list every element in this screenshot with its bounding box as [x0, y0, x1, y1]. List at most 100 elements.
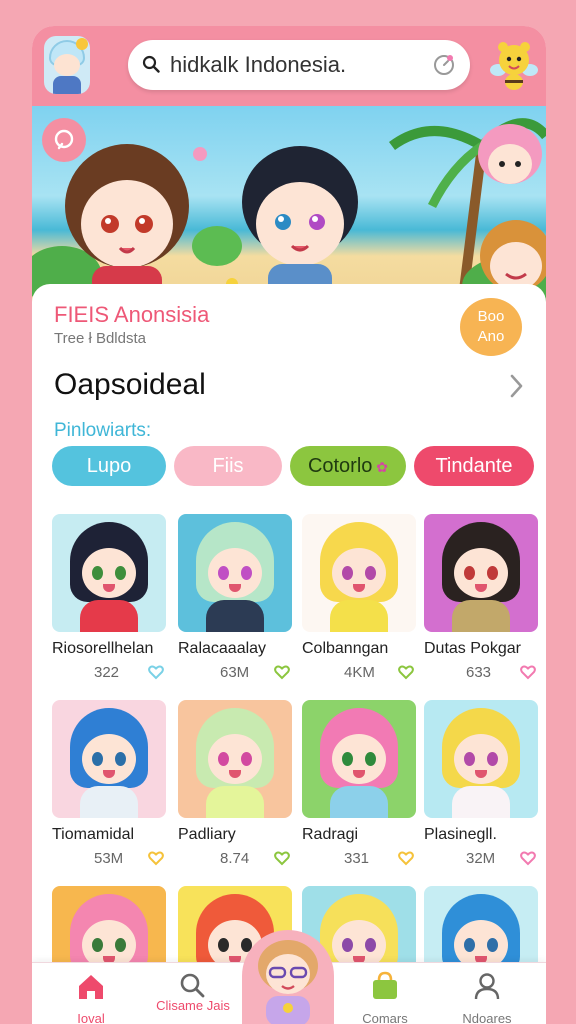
- sticker-item[interactable]: Riosorellhelan 322: [52, 514, 166, 684]
- sticker-count: 331: [344, 850, 370, 867]
- home-icon: [79, 975, 103, 999]
- sticker-item[interactable]: Padliary 8.74: [178, 700, 292, 870]
- character-eye: [464, 752, 475, 766]
- like-heart-icon[interactable]: [520, 664, 536, 680]
- character-eye: [115, 938, 126, 952]
- character-eye: [342, 566, 353, 580]
- character-eye: [464, 566, 475, 580]
- sticker-name: Padliary: [178, 826, 236, 843]
- nav-label: Ioval: [77, 1011, 105, 1024]
- character-eye: [487, 752, 498, 766]
- chip-label: Cotorlo: [307, 455, 373, 477]
- sticker-thumbnail[interactable]: [424, 700, 538, 818]
- like-heart-icon[interactable]: [398, 850, 414, 866]
- character-eye: [342, 752, 353, 766]
- sticker-count: 53M: [94, 850, 124, 867]
- avatar-illustration: [258, 940, 318, 1024]
- voice-search-icon[interactable]: [432, 53, 456, 77]
- sticker-item[interactable]: Colbanngan 4KM: [302, 514, 416, 684]
- nav-item-search[interactable]: Clisame Jais: [148, 963, 238, 1024]
- character-eye: [218, 938, 229, 952]
- sticker-count: 8.74: [220, 850, 250, 867]
- content-card: FIEIS Anonsisia Tree ł Bdldsta Boo Ano O…: [32, 284, 546, 1024]
- sticker-thumbnail[interactable]: [52, 700, 166, 818]
- center-avatar-button[interactable]: [242, 930, 334, 1024]
- favorite-button[interactable]: [42, 118, 86, 162]
- promo-title: FIEIS Anonsisia: [54, 302, 210, 327]
- character-eye: [241, 752, 252, 766]
- top-bar: [32, 26, 546, 106]
- sticker-thumbnail[interactable]: [424, 514, 538, 632]
- like-heart-icon[interactable]: [148, 664, 164, 680]
- nav-label: Ndoares: [462, 1011, 512, 1024]
- character-eye: [487, 938, 498, 952]
- search-input[interactable]: [170, 50, 420, 80]
- app-screen: FIEIS Anonsisia Tree ł Bdldsta Boo Ano O…: [32, 26, 546, 1024]
- character-eye: [218, 752, 229, 766]
- nav-item-home[interactable]: Ioval: [46, 963, 136, 1024]
- filter-label: Pinlowiarts:: [54, 420, 152, 441]
- character-eye: [218, 566, 229, 580]
- like-heart-icon[interactable]: [520, 850, 536, 866]
- search-icon: [180, 973, 205, 998]
- sticker-name: Radragi: [302, 826, 359, 843]
- sticker-count: 4KM: [344, 664, 375, 681]
- filter-chip-lupo[interactable]: Lupo: [52, 446, 166, 486]
- like-heart-icon[interactable]: [148, 850, 164, 866]
- nav-item-bag[interactable]: Comars: [340, 963, 430, 1024]
- search-bar[interactable]: [128, 40, 470, 90]
- character-eye: [92, 566, 103, 580]
- avatar-face: [54, 54, 80, 76]
- character-eye: [115, 566, 126, 580]
- sticker-thumbnail[interactable]: [302, 700, 416, 818]
- character-shirt: [80, 600, 138, 632]
- character-eye: [115, 752, 126, 766]
- filter-chip-fiis[interactable]: Fiis: [174, 446, 282, 486]
- sticker-name: Ralacaaalay: [178, 640, 267, 657]
- character-shirt: [452, 600, 510, 632]
- heart-outline-icon: [54, 129, 74, 150]
- profile-avatar[interactable]: [44, 36, 90, 94]
- like-heart-icon[interactable]: [274, 850, 290, 866]
- character-eye: [342, 938, 353, 952]
- character-eye: [365, 938, 376, 952]
- nav-item-profile[interactable]: Ndoares: [442, 963, 532, 1024]
- sticker-thumbnail[interactable]: [178, 700, 292, 818]
- like-heart-icon[interactable]: [398, 664, 414, 680]
- bag-icon: [373, 971, 397, 999]
- sticker-item[interactable]: Plasinegll. 32M: [424, 700, 538, 870]
- character-eye: [365, 752, 376, 766]
- character-eye: [92, 752, 103, 766]
- sticker-thumbnail[interactable]: [178, 514, 292, 632]
- chevron-right-icon[interactable]: [506, 372, 526, 400]
- sticker-count: 322: [94, 664, 120, 681]
- sticker-name: Dutas Pokgar: [424, 640, 521, 657]
- sticker-item[interactable]: Ralacaaalay 63M: [178, 514, 292, 684]
- badge-line-2: Ano: [477, 328, 505, 345]
- sticker-item[interactable]: Tiomamidal 53M: [52, 700, 166, 870]
- nav-label: Comars: [362, 1011, 408, 1024]
- sticker-item[interactable]: Dutas Pokgar 633: [424, 514, 538, 684]
- sticker-thumbnail[interactable]: [302, 514, 416, 632]
- filter-chip-tindante[interactable]: Tindante: [414, 446, 534, 486]
- section-title: Oapsoideal: [54, 368, 206, 401]
- bee-mascot-icon[interactable]: [490, 38, 538, 94]
- like-heart-icon[interactable]: [274, 664, 290, 680]
- hero-banner[interactable]: [32, 106, 546, 306]
- sticker-name: Colbanngan: [302, 640, 389, 657]
- sticker-item[interactable]: Radragi 331: [302, 700, 416, 870]
- sticker-thumbnail[interactable]: [52, 514, 166, 632]
- filter-chip-cotorlo[interactable]: Cotorlo ✿: [290, 446, 406, 486]
- banner-illustration: [32, 118, 546, 306]
- sticker-count: 63M: [220, 664, 250, 681]
- sticker-count: 633: [466, 664, 492, 681]
- character-eye: [487, 566, 498, 580]
- nav-label: Clisame Jais: [156, 998, 230, 1013]
- user-icon: [474, 973, 500, 1000]
- sticker-name: Tiomamidal: [52, 826, 135, 843]
- promo-badge[interactable]: Boo Ano: [460, 298, 522, 356]
- sticker-name: Plasinegll.: [424, 826, 497, 843]
- promo-subtitle: Tree ł Bdldsta: [54, 330, 146, 347]
- avatar-hair-clip: [76, 38, 88, 50]
- character-shirt: [80, 786, 138, 818]
